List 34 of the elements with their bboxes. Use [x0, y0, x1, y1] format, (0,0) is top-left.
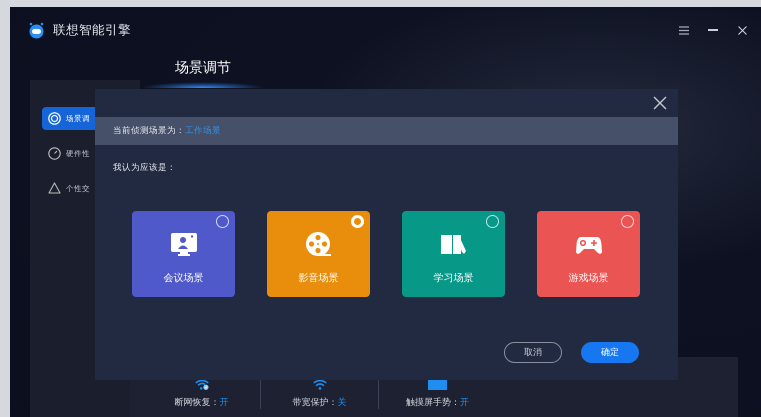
status-text: 断网恢复：开: [174, 396, 228, 409]
gauge-icon: [48, 147, 61, 160]
radio-button[interactable]: [351, 215, 364, 228]
gamepad-icon: [576, 235, 602, 255]
film-reel-icon: [306, 232, 332, 258]
scene-label: 学习场景: [434, 272, 474, 285]
scene-label: 游戏场景: [568, 272, 608, 285]
monitor-person-icon: [170, 233, 196, 257]
radio-button[interactable]: [216, 215, 229, 228]
scene-card[interactable]: 会议场景: [132, 211, 235, 297]
minimize-icon[interactable]: [708, 28, 718, 32]
prompt-text: 我认为应该是：: [113, 162, 177, 174]
close-icon[interactable]: [653, 96, 667, 110]
status-text: 带宽保护：关: [292, 396, 346, 409]
confirm-button[interactable]: 确定: [581, 342, 639, 363]
detected-scene-text: 当前侦测场景为：工作场景: [113, 125, 221, 137]
window-title: 联想智能引擎: [53, 22, 132, 38]
close-icon[interactable]: [738, 26, 746, 34]
scene-card[interactable]: 学习场景: [402, 211, 505, 297]
radio-button[interactable]: [486, 215, 499, 228]
target-icon: [48, 112, 61, 125]
wifi-check-icon: [192, 379, 210, 390]
wifi-icon: [310, 379, 328, 390]
robot-logo-icon: [28, 22, 45, 38]
book-pen-icon: [440, 234, 466, 256]
page-heading: 场景调节: [175, 60, 231, 76]
status-text: 触摸屏手势：开: [406, 396, 469, 409]
scene-label: 影音场景: [298, 272, 338, 285]
scene-label: 会议场景: [164, 272, 204, 285]
scene-card[interactable]: 游戏场景: [537, 211, 640, 297]
menu-icon[interactable]: [679, 26, 689, 34]
radio-button[interactable]: [621, 215, 634, 228]
cancel-button[interactable]: 取消: [504, 342, 562, 363]
screen-icon: [428, 379, 447, 390]
